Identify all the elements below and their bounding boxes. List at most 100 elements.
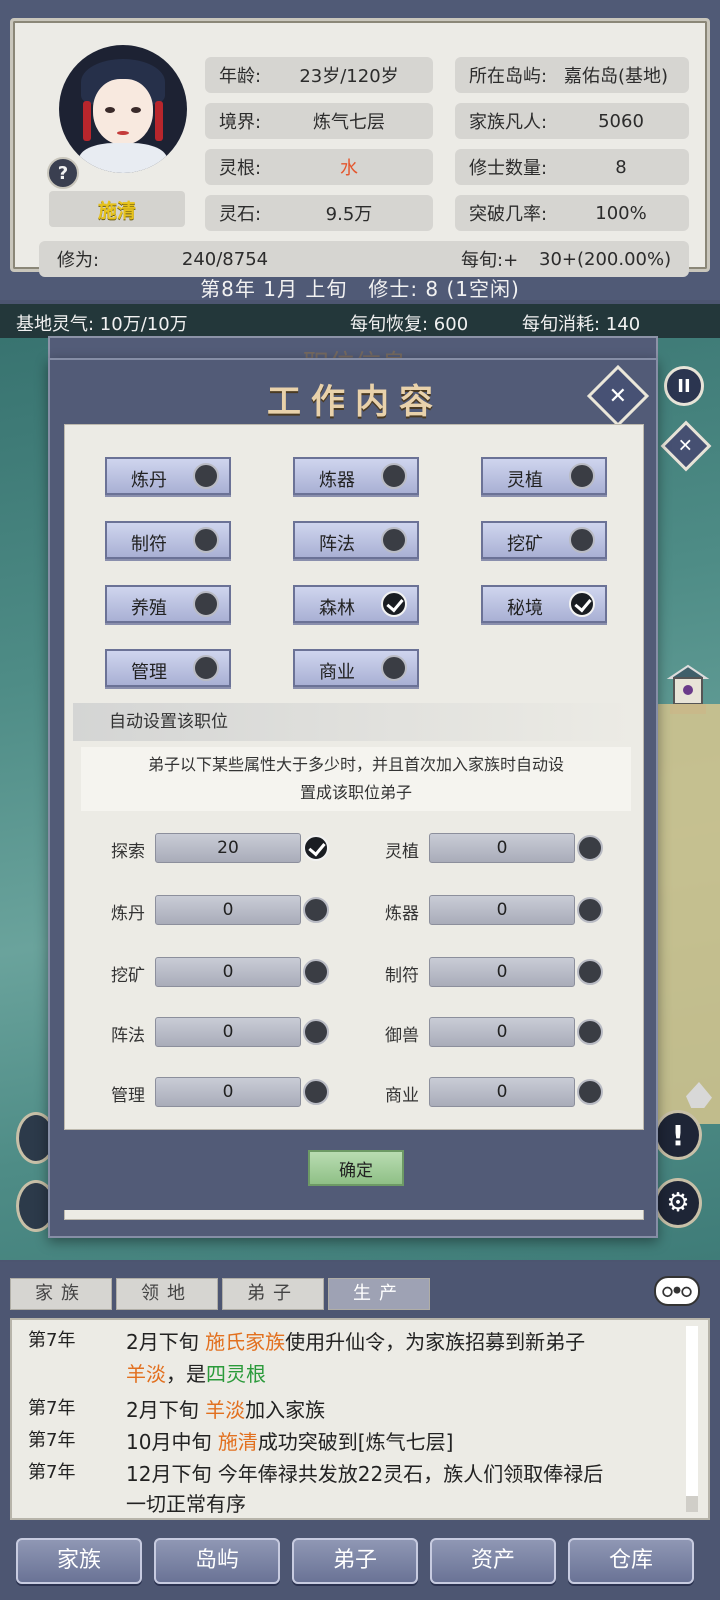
tab-disciples[interactable]: 弟子: [222, 1278, 324, 1310]
job-check[interactable]: [381, 527, 407, 553]
log-scrollbar[interactable]: [686, 1326, 698, 1512]
nav-family[interactable]: 家族: [16, 1538, 142, 1584]
log-highlight: 羊淡: [205, 1398, 246, 1422]
stat-spirit-stones: 灵石: 9.5万: [205, 195, 433, 231]
attr-label: 炼丹: [111, 904, 145, 924]
stat-label: 境界:: [219, 112, 262, 133]
stat-label: 修士数量:: [469, 158, 548, 179]
log-highlight: 四灵根: [206, 1362, 266, 1386]
log-highlight: 施清: [217, 1430, 258, 1454]
job-toggle-breeding[interactable]: 养殖: [105, 585, 231, 623]
job-check[interactable]: [193, 527, 219, 553]
attr-input-beast-taming[interactable]: 0: [429, 1017, 575, 1047]
attr-input-talisman[interactable]: 0: [429, 957, 575, 987]
job-check[interactable]: [381, 655, 407, 681]
event-log[interactable]: 第7年 2月下旬 施氏家族使用升仙令，为家族招募到新弟子 羊淡，是四灵根 第7年…: [10, 1318, 710, 1520]
nav-assets[interactable]: 资产: [430, 1538, 556, 1584]
close-icon: ✕: [678, 435, 694, 457]
job-label: 商业: [319, 662, 355, 683]
job-label: 阵法: [319, 534, 355, 555]
attr-check-alchemy[interactable]: [303, 897, 329, 923]
stat-island: 所在岛屿: 嘉佑岛(基地): [455, 57, 689, 93]
base-spirit: 基地灵气: 10万/10万: [16, 314, 188, 335]
attr-input-herbalism[interactable]: 0: [429, 833, 575, 863]
job-toggle-talisman[interactable]: 制符: [105, 521, 231, 559]
pause-button[interactable]: II: [664, 366, 704, 406]
stat-value: 水: [340, 158, 358, 179]
job-check-checked[interactable]: [569, 591, 595, 617]
job-toggle-forest[interactable]: 森林: [293, 585, 419, 623]
job-toggle-herbalism[interactable]: 灵植: [481, 457, 607, 495]
job-check-checked[interactable]: [381, 591, 407, 617]
stat-label: 家族凡人:: [469, 112, 548, 133]
log-segment: ，是: [166, 1362, 206, 1386]
log-highlight: 羊淡: [126, 1362, 166, 1386]
attr-check-commerce[interactable]: [577, 1079, 603, 1105]
job-check[interactable]: [569, 527, 595, 553]
stat-mortals: 家族凡人: 5060: [455, 103, 689, 139]
log-segment: 加入家族: [245, 1398, 326, 1422]
attr-label: 探索: [111, 842, 145, 862]
job-toggle-management[interactable]: 管理: [105, 649, 231, 687]
attr-label: 炼器: [385, 904, 419, 924]
job-toggle-secret-realm[interactable]: 秘境: [481, 585, 607, 623]
attr-label: 灵植: [385, 842, 419, 862]
attr-check-explore[interactable]: [303, 835, 329, 861]
log-text-cont: 一切正常有序: [126, 1492, 246, 1516]
stat-value: 8: [615, 156, 627, 178]
attr-check-formation[interactable]: [303, 1019, 329, 1045]
log-year: 第7年: [28, 1430, 76, 1451]
attr-check-herbalism[interactable]: [577, 835, 603, 861]
stat-realm: 境界: 炼气七层: [205, 103, 433, 139]
recovery-rate: 每旬恢复: 600: [350, 314, 469, 335]
auto-desc-line1: 弟子以下某些属性大于多少时，并且首次加入家族时自动设: [147, 755, 564, 774]
nav-islands[interactable]: 岛屿: [154, 1538, 280, 1584]
attr-check-talisman[interactable]: [577, 959, 603, 985]
nav-disciples[interactable]: 弟子: [292, 1538, 418, 1584]
job-toggle-alchemy[interactable]: 炼丹: [105, 457, 231, 495]
character-header: ? 施清 年龄: 23岁/120岁 境界: 炼气七层 灵根: 水 灵石: 9.5…: [0, 0, 720, 301]
attr-input-commerce[interactable]: 0: [429, 1077, 575, 1107]
attr-input-formation[interactable]: 0: [155, 1017, 301, 1047]
tab-production[interactable]: 生产: [328, 1278, 430, 1310]
auto-desc-line2: 置成该职位弟子: [299, 783, 412, 802]
stat-spirit-root: 灵根: 水: [205, 149, 433, 185]
job-toggle-commerce[interactable]: 商业: [293, 649, 419, 687]
stat-label: 灵石:: [219, 204, 262, 225]
attr-check-beast-taming[interactable]: [577, 1019, 603, 1045]
help-icon[interactable]: ?: [47, 157, 79, 189]
tab-family[interactable]: 家族: [10, 1278, 112, 1310]
confirm-button[interactable]: 确定: [308, 1150, 404, 1186]
cultivation-label: 修为:: [57, 250, 100, 271]
attr-input-explore[interactable]: 20: [155, 833, 301, 863]
attr-input-mining[interactable]: 0: [155, 957, 301, 987]
job-label: 森林: [319, 598, 355, 619]
attr-input-management[interactable]: 0: [155, 1077, 301, 1107]
alert-icon[interactable]: !: [654, 1110, 702, 1160]
stat-label: 灵根:: [219, 158, 262, 179]
job-check[interactable]: [569, 463, 595, 489]
job-label: 挖矿: [507, 534, 543, 555]
attr-check-mining[interactable]: [303, 959, 329, 985]
job-toggle-mining[interactable]: 挖矿: [481, 521, 607, 559]
attr-check-forging[interactable]: [577, 897, 603, 923]
attr-input-alchemy[interactable]: 0: [155, 895, 301, 925]
job-toggle-forging[interactable]: 炼器: [293, 457, 419, 495]
log-segment: 2月下旬: [126, 1398, 206, 1422]
job-check[interactable]: [193, 655, 219, 681]
job-check[interactable]: [193, 591, 219, 617]
nav-warehouse[interactable]: 仓库: [568, 1538, 694, 1584]
character-avatar[interactable]: [59, 45, 187, 173]
job-toggle-formation[interactable]: 阵法: [293, 521, 419, 559]
attr-check-management[interactable]: [303, 1079, 329, 1105]
building-icon[interactable]: [664, 660, 712, 720]
job-check[interactable]: [193, 463, 219, 489]
job-check[interactable]: [381, 463, 407, 489]
tab-territory[interactable]: 领地: [116, 1278, 218, 1310]
stat-value: 23岁/120岁: [299, 66, 399, 87]
log-text: 10月中旬 施清成功突破到[炼气七层]: [126, 1426, 453, 1455]
attr-input-forging[interactable]: 0: [429, 895, 575, 925]
stat-value: 9.5万: [325, 204, 373, 225]
cloud-icon[interactable]: [654, 1276, 700, 1306]
gear-icon[interactable]: ⚙: [654, 1178, 702, 1228]
